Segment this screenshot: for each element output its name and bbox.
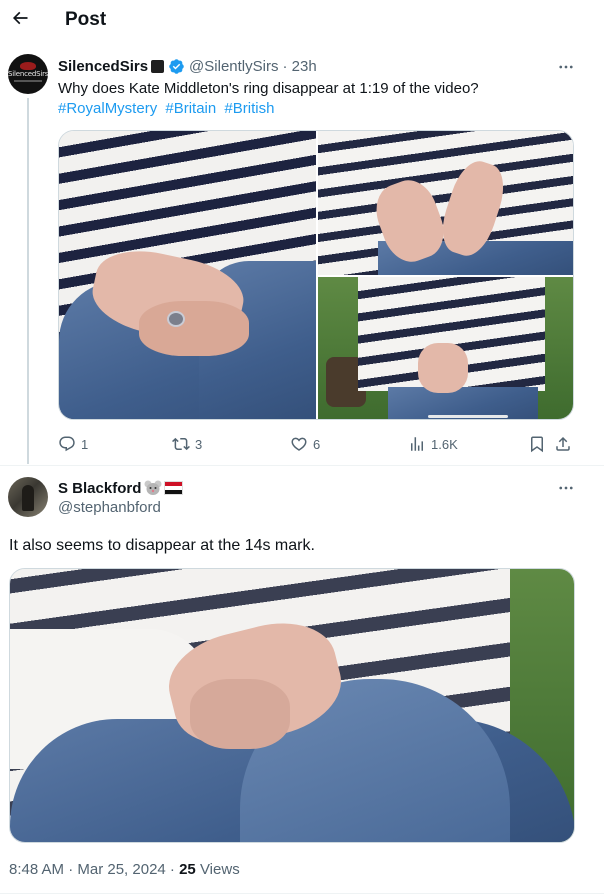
- media-image[interactable]: [59, 131, 316, 419]
- divider: [0, 893, 604, 894]
- retweet-icon: [172, 437, 190, 451]
- post-time[interactable]: · 23h: [282, 58, 316, 75]
- bookmark-icon: [531, 436, 543, 453]
- retweet-count: 3: [195, 436, 203, 452]
- reply-button[interactable]: 1: [58, 434, 88, 454]
- tweet-media-grid: [58, 130, 574, 420]
- verified-badge-icon: [168, 58, 185, 75]
- black-square-emoji-icon: [151, 59, 165, 73]
- share-icon: [556, 436, 570, 451]
- avatar-logo-shape: [20, 62, 36, 70]
- media-image[interactable]: [318, 277, 573, 419]
- back-arrow-icon[interactable]: [8, 6, 32, 30]
- reply-count: 1: [81, 436, 89, 452]
- views-icon: [411, 437, 423, 451]
- avatar[interactable]: [8, 477, 48, 517]
- media-image[interactable]: [318, 131, 573, 275]
- divider: [0, 465, 604, 466]
- author-handle[interactable]: @SilentlySirs: [189, 58, 278, 75]
- ring-detail: [167, 311, 185, 327]
- views-label: Views: [195, 861, 240, 878]
- author-handle[interactable]: @stephanbford: [58, 498, 161, 518]
- reply-icon: [59, 436, 75, 452]
- views-count: 1.6K: [431, 436, 458, 452]
- author-name[interactable]: S Blackford: [58, 480, 141, 497]
- hashtag-link[interactable]: #RoyalMystery: [58, 100, 157, 117]
- avatar[interactable]: SilencedSirs: [8, 54, 48, 94]
- egypt-flag-icon: [164, 481, 184, 495]
- thread-line: [27, 98, 29, 464]
- more-icon[interactable]: [556, 478, 576, 498]
- like-button[interactable]: 6: [290, 434, 320, 454]
- timestamp-text[interactable]: 8:48 AM · Mar 25, 2024 ·: [9, 861, 179, 878]
- page-header: Post: [0, 0, 604, 40]
- share-button[interactable]: [554, 434, 577, 454]
- tweet-text: Why does Kate Middleton's ring disappear…: [58, 80, 479, 97]
- tweet-author-row: S Blackford: [58, 478, 184, 498]
- like-icon: [291, 437, 307, 451]
- tweet-author-row: SilencedSirs @SilentlySirs · 23h: [58, 56, 317, 76]
- hashtag-link[interactable]: #British: [224, 100, 274, 117]
- views-count: 25: [179, 861, 196, 878]
- author-name[interactable]: SilencedSirs: [58, 58, 148, 75]
- bookmark-button[interactable]: [528, 434, 551, 454]
- tweet-text: It also seems to disappear at the 14s ma…: [9, 537, 315, 554]
- media-image[interactable]: [9, 568, 575, 843]
- tweet-actions: 1 3 6 1.6K: [58, 434, 574, 454]
- views-button[interactable]: 1.6K: [408, 434, 458, 454]
- retweet-button[interactable]: 3: [172, 434, 202, 454]
- post-timestamp: 8:48 AM · Mar 25, 2024 · 25 Views: [9, 860, 240, 880]
- tweet-hashtags: #RoyalMystery #Britain #British: [58, 99, 578, 119]
- like-count: 6: [313, 436, 321, 452]
- avatar-logo-text: SilencedSirs: [8, 70, 48, 78]
- page-title: Post: [65, 9, 107, 30]
- post-page: Post SilencedSirs SilencedSirs @Silently…: [0, 0, 604, 896]
- mouse-emoji-icon: [144, 480, 162, 496]
- more-icon[interactable]: [556, 57, 576, 77]
- hashtag-link[interactable]: #Britain: [165, 100, 216, 117]
